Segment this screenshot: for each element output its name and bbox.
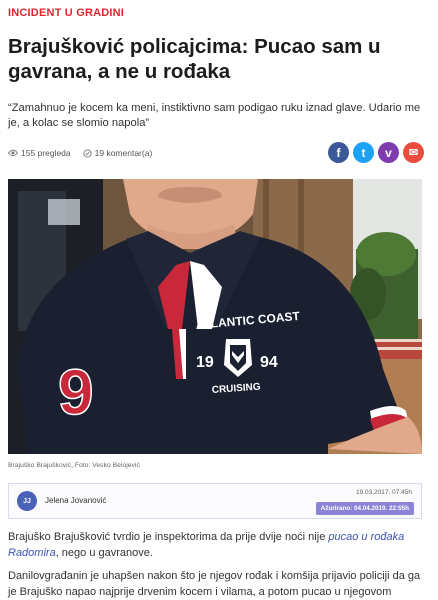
paragraph-text: , nego u gavranove. — [55, 546, 153, 559]
twitter-icon: t — [361, 145, 366, 160]
viber-share-button[interactable]: v — [378, 142, 399, 163]
comments-count[interactable]: 19 komentar(a) — [83, 148, 153, 158]
updated-badge: Ažurirano: 04.04.2019. 22:55h — [315, 502, 414, 515]
email-icon: ✉ — [408, 147, 419, 159]
author-box: JJ Jelena Jovanović 19.03.2017. 07:45h A… — [8, 483, 422, 519]
shirt-big-number: 9 — [58, 356, 94, 428]
article-paragraph-2: Danilovgrađanin je uhapšen nakon što je … — [8, 570, 421, 598]
facebook-share-button[interactable]: f — [328, 142, 349, 163]
shirt-text-left: 19 — [196, 354, 214, 371]
viber-icon: v — [385, 145, 392, 160]
facebook-icon: f — [336, 145, 341, 160]
avatar[interactable]: JJ — [17, 491, 37, 511]
article-lead: “Zamahnuo je kocem ka meni, instiktivno … — [8, 102, 421, 129]
published-date: 19.03.2017. 07:45h — [355, 489, 412, 496]
article-meta: 155 pregleda 19 komentar(a) — [8, 148, 164, 158]
share-buttons: f t v ✉ — [324, 142, 424, 163]
paragraph-text: Brajuško Brajušković tvrdio je inspektor… — [8, 531, 329, 543]
article-paragraph-1: Brajuško Brajušković tvrdio je inspektor… — [8, 530, 428, 561]
email-share-button[interactable]: ✉ — [403, 142, 424, 163]
author-name[interactable]: Jelena Jovanović — [45, 496, 106, 505]
views-count: 155 pregleda — [8, 148, 71, 158]
article-photo[interactable]: 9 ATLANTIC COAST 19 94 CRUISING — [8, 179, 422, 454]
eye-icon — [8, 149, 18, 157]
views-label: 155 pregleda — [21, 148, 71, 158]
shirt-text-right: 94 — [260, 354, 278, 371]
comments-label: 19 komentar(a) — [94, 148, 153, 158]
photo-illustration: 9 ATLANTIC COAST 19 94 CRUISING — [8, 179, 422, 454]
article-headline: Brajušković policajcima: Pucao sam u gav… — [8, 35, 381, 83]
twitter-share-button[interactable]: t — [353, 142, 374, 163]
article-category[interactable]: INCIDENT U GRADINI — [8, 7, 124, 19]
comment-icon — [83, 148, 92, 158]
photo-caption: Brajuško Brajušković, Foto: Vesko Beloje… — [8, 462, 140, 469]
